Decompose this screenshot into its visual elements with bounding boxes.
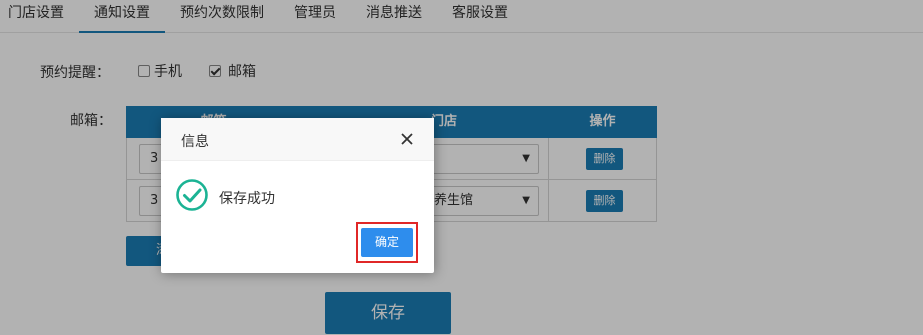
success-check-icon xyxy=(175,178,209,212)
confirm-button-highlight: 确定 xyxy=(356,222,418,263)
dialog-header: 信息 xyxy=(161,118,434,161)
dialog-title: 信息 xyxy=(181,134,209,150)
info-dialog: 信息 保存成功 确定 xyxy=(161,118,434,273)
confirm-button[interactable]: 确定 xyxy=(361,228,413,257)
modal-overlay[interactable] xyxy=(0,0,923,335)
close-icon[interactable] xyxy=(396,128,418,150)
dialog-message: 保存成功 xyxy=(219,191,275,207)
